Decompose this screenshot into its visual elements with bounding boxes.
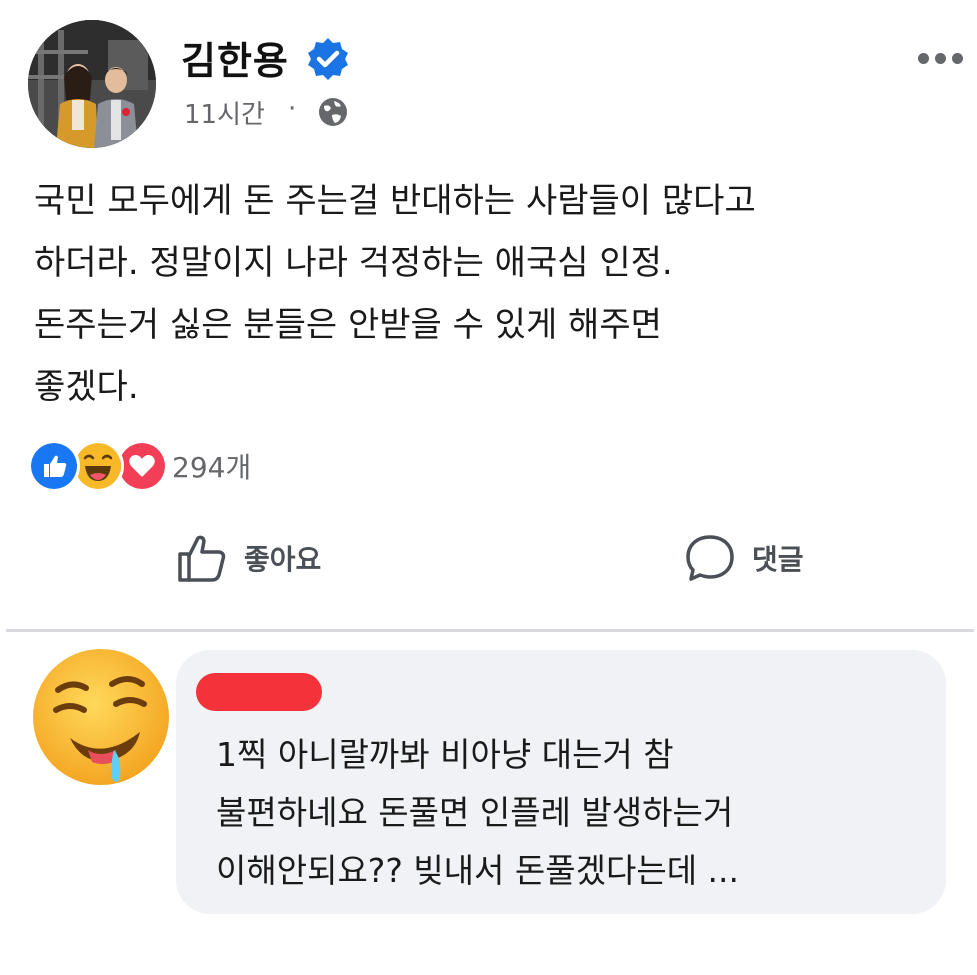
meta-separator: · bbox=[288, 94, 297, 124]
like-button[interactable]: 좋아요 bbox=[176, 530, 346, 586]
commenter-emoji-avatar[interactable] bbox=[30, 646, 172, 788]
comment-button[interactable]: 댓글 bbox=[684, 530, 834, 586]
thumbs-up-icon bbox=[178, 535, 226, 582]
more-options-icon[interactable] bbox=[918, 48, 968, 68]
post-body-line: 국민 모두에게 돈 주는걸 반대하는 사람들이 많다고 bbox=[34, 181, 756, 221]
post-body-line: 하더라. 정말이지 나라 걱정하는 애국심 인정. bbox=[34, 243, 673, 283]
section-divider bbox=[6, 629, 974, 632]
author-avatar[interactable] bbox=[28, 20, 156, 148]
post-body-line: 돈주는거 싫은 분들은 안받을 수 있게 해주면 bbox=[34, 305, 662, 345]
more-dot bbox=[952, 52, 963, 64]
more-dot bbox=[918, 52, 929, 64]
comment-icon bbox=[686, 535, 734, 581]
post-body-line: 좋겠다. bbox=[34, 367, 139, 407]
like-label: 좋아요 bbox=[244, 543, 322, 576]
post-body: 국민 모두에게 돈 주는걸 반대하는 사람들이 많다고 하더라. 정말이지 나라… bbox=[34, 170, 954, 418]
comment-text: 1찍 아니랄까봐 비아냥 대는거 참 불편하네요 돈풀면 인플레 발생하는거 이… bbox=[216, 726, 936, 900]
author-name[interactable]: 김한용 bbox=[181, 30, 289, 85]
comment-line: 1찍 아니랄까봐 비아냥 대는거 참 bbox=[216, 735, 674, 774]
comment-label: 댓글 bbox=[752, 543, 804, 576]
post-timestamp[interactable]: 11시간 bbox=[184, 94, 265, 131]
comment-line: 불편하네요 돈풀면 인플레 발생하는거 bbox=[216, 793, 734, 832]
verified-badge-icon bbox=[308, 38, 348, 80]
reaction-summary[interactable] bbox=[28, 440, 168, 492]
redacted-commenter-name bbox=[196, 673, 322, 711]
globe-icon bbox=[319, 98, 347, 126]
reaction-count[interactable]: 294개 bbox=[172, 446, 251, 486]
more-dot bbox=[935, 52, 946, 64]
avatar-photo bbox=[28, 20, 156, 148]
like-reaction-icon bbox=[28, 440, 80, 492]
comment-line: 이해안되요?? 빚내서 돈풀겠다는데 ... bbox=[216, 851, 740, 890]
